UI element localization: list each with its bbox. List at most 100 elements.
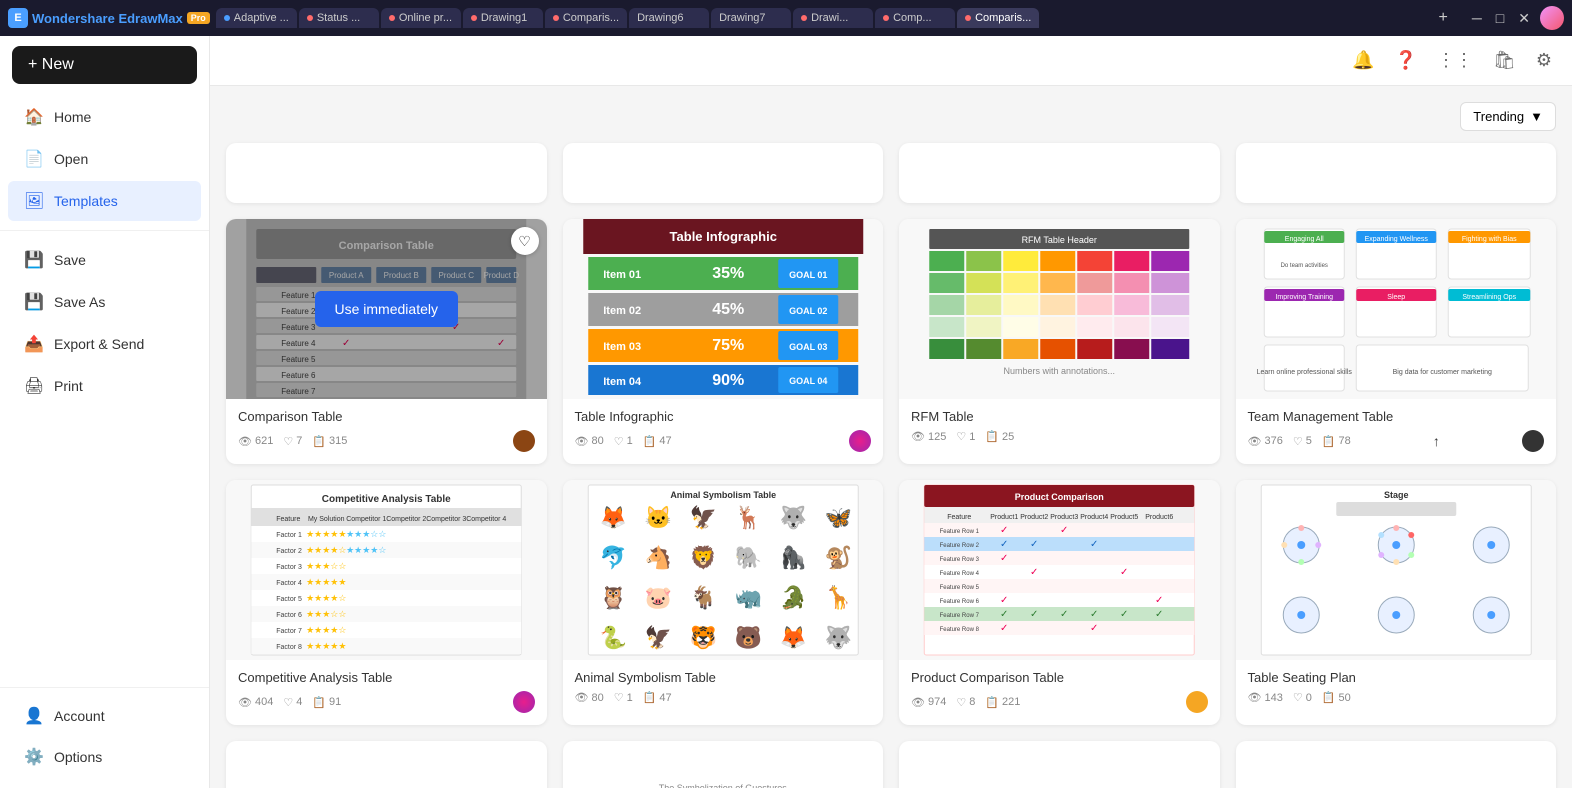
card-stats-table-infographic: 👁 80 ♡ 1 📋 47 bbox=[575, 430, 872, 452]
card-animal-symbolism[interactable]: Animal Symbolism Table 🦊 🐱 🦅 🦌 🐺 🦋 🐬 🐴 bbox=[563, 480, 884, 725]
svg-text:Animal Symbolism Table: Animal Symbolism Table bbox=[670, 490, 776, 500]
svg-text:✓: ✓ bbox=[1000, 525, 1008, 536]
card-info-competitive-analysis: Competitive Analysis Table 👁 404 ♡ 4 📋 9… bbox=[226, 660, 547, 725]
card-team-management-table[interactable]: Engaging All Employees Do team activitie… bbox=[1236, 219, 1557, 464]
new-button[interactable]: + New bbox=[12, 46, 197, 84]
maximize-button[interactable]: □ bbox=[1492, 8, 1508, 29]
card-seating-plan[interactable]: Stage bbox=[1236, 480, 1557, 725]
use-immediately-button[interactable]: Use immediately bbox=[315, 291, 458, 327]
use-immediately-overlay[interactable]: Use immediately bbox=[226, 219, 547, 399]
svg-text:🦌: 🦌 bbox=[734, 505, 761, 530]
minimize-button[interactable]: ─ bbox=[1468, 8, 1486, 29]
svg-text:35%: 35% bbox=[712, 265, 744, 282]
svg-text:★★★☆☆: ★★★☆☆ bbox=[306, 561, 346, 571]
tab-onlinepr...[interactable]: Online pr... bbox=[381, 8, 461, 28]
views-stat: 👁 80 bbox=[575, 435, 604, 448]
tab-drawing6[interactable]: Drawing6 bbox=[629, 8, 709, 28]
svg-text:✓: ✓ bbox=[1000, 623, 1008, 634]
sidebar-item-account[interactable]: 👤 Account bbox=[8, 696, 201, 736]
svg-text:★★★★☆: ★★★★☆ bbox=[306, 545, 346, 555]
heart-button[interactable]: ♡ bbox=[511, 227, 539, 255]
tab-dot bbox=[553, 15, 559, 21]
user-avatar[interactable] bbox=[1540, 6, 1564, 30]
svg-text:🦏: 🦏 bbox=[734, 585, 761, 610]
bottom-partial-card-3[interactable] bbox=[899, 741, 1220, 788]
bottom-partial-gestures[interactable]: The Symbolization of Guestures bbox=[563, 741, 884, 788]
tab-drawing7[interactable]: Drawing7 bbox=[711, 8, 791, 28]
svg-text:🐱: 🐱 bbox=[644, 505, 671, 530]
tab-label: Comparis... bbox=[563, 12, 619, 24]
svg-text:Competitor 3: Competitor 3 bbox=[426, 516, 466, 523]
card-competitive-analysis[interactable]: Competitive Analysis Table Feature My So… bbox=[226, 480, 547, 725]
tab-drawing1[interactable]: Drawing1 bbox=[463, 8, 543, 28]
svg-text:Product4: Product4 bbox=[1080, 514, 1108, 521]
tab-adaptive...[interactable]: Adaptive ... bbox=[216, 8, 297, 28]
apps-icon[interactable]: ⋮⋮ bbox=[1433, 46, 1477, 75]
sort-dropdown[interactable]: Trending ▼ bbox=[1460, 102, 1556, 131]
sidebar-item-options[interactable]: ⚙️ Options bbox=[8, 737, 201, 777]
svg-text:Product5: Product5 bbox=[1110, 514, 1138, 521]
card-rfm-table[interactable]: RFM Table Header bbox=[899, 219, 1220, 464]
tab-comparis...[interactable]: Comparis... bbox=[957, 8, 1039, 28]
card-stats-competitive-analysis: 👁 404 ♡ 4 📋 91 bbox=[238, 691, 535, 713]
pro-badge: Pro bbox=[187, 12, 210, 24]
bottom-partial-card-1[interactable] bbox=[226, 741, 547, 788]
sidebar-item-open[interactable]: 📄 Open bbox=[8, 139, 201, 179]
svg-text:Competitor 4: Competitor 4 bbox=[466, 516, 506, 523]
tab-comparis...[interactable]: Comparis... bbox=[545, 8, 627, 28]
tab-status...[interactable]: Status ... bbox=[299, 8, 379, 28]
sidebar-item-save-as[interactable]: 💾 Save As bbox=[8, 282, 201, 322]
svg-text:✓: ✓ bbox=[1120, 567, 1128, 578]
card-table-infographic[interactable]: Table Infographic Item 01 35% GOAL 01 It… bbox=[563, 219, 884, 464]
svg-text:Feature Row 8: Feature Row 8 bbox=[940, 627, 980, 633]
partial-card-2[interactable] bbox=[563, 143, 884, 203]
svg-text:Factor 1: Factor 1 bbox=[276, 532, 302, 539]
sidebar-item-export[interactable]: 📤 Export & Send bbox=[8, 324, 201, 364]
svg-text:Expanding Wellness: Expanding Wellness bbox=[1364, 236, 1428, 243]
svg-text:✓: ✓ bbox=[1030, 609, 1038, 620]
bell-icon[interactable]: 🔔 bbox=[1348, 46, 1378, 75]
svg-text:Competitor 1: Competitor 1 bbox=[346, 516, 386, 523]
card-title-product-comparison: Product Comparison Table bbox=[911, 670, 1208, 685]
svg-text:✓: ✓ bbox=[1155, 609, 1163, 620]
card-comparison-table[interactable]: Comparison Table Product A Product B Pro… bbox=[226, 219, 547, 464]
svg-text:🦊: 🦊 bbox=[779, 625, 806, 650]
sidebar-item-save[interactable]: 💾 Save bbox=[8, 240, 201, 280]
card-preview-rfm-table: RFM Table Header bbox=[899, 219, 1220, 399]
partial-card-1[interactable] bbox=[226, 143, 547, 203]
svg-text:★★★★☆: ★★★★☆ bbox=[306, 593, 346, 603]
titlebar: E Wondershare EdrawMax Pro Adaptive ...S… bbox=[0, 0, 1572, 36]
svg-text:✓: ✓ bbox=[1090, 623, 1098, 634]
bottom-partial-card-4[interactable] bbox=[1236, 741, 1557, 788]
svg-text:🐺: 🐺 bbox=[824, 625, 851, 650]
sidebar-item-templates[interactable]: 🖼 Templates bbox=[8, 181, 201, 221]
creator-avatar bbox=[513, 430, 535, 452]
tab-label: Status ... bbox=[317, 12, 360, 24]
tab-drawi...[interactable]: Drawi... bbox=[793, 8, 873, 28]
card-preview-comparison-table: Comparison Table Product A Product B Pro… bbox=[226, 219, 547, 399]
card-product-comparison[interactable]: Product Comparison Feature Product1 Prod… bbox=[899, 480, 1220, 725]
tab-comp...[interactable]: Comp... bbox=[875, 8, 955, 28]
svg-text:Competitive Analysis Table: Competitive Analysis Table bbox=[322, 494, 451, 505]
sidebar-item-home[interactable]: 🏠 Home bbox=[8, 97, 201, 137]
store-icon[interactable]: 🛍 bbox=[1489, 46, 1520, 75]
print-icon: 🖨 bbox=[24, 376, 44, 396]
help-icon[interactable]: ❓ bbox=[1391, 46, 1421, 75]
partial-card-3[interactable] bbox=[899, 143, 1220, 203]
copies-stat: 📋 221 bbox=[985, 696, 1020, 709]
svg-text:Improving Training: Improving Training bbox=[1275, 294, 1333, 301]
sidebar-item-print[interactable]: 🖨 Print bbox=[8, 366, 201, 406]
close-button[interactable]: ✕ bbox=[1514, 8, 1534, 29]
sidebar-label-open: Open bbox=[54, 151, 88, 167]
svg-text:🦍: 🦍 bbox=[779, 545, 806, 570]
app-name: Wondershare EdrawMax bbox=[32, 11, 183, 26]
svg-text:🐐: 🐐 bbox=[689, 585, 716, 610]
partial-card-4[interactable] bbox=[1236, 143, 1557, 203]
copies-stat: 📋 47 bbox=[643, 691, 672, 704]
svg-text:Item 03: Item 03 bbox=[603, 341, 641, 353]
svg-text:Item 02: Item 02 bbox=[603, 305, 641, 317]
settings-icon[interactable]: ⚙ bbox=[1532, 46, 1556, 75]
svg-text:45%: 45% bbox=[712, 301, 744, 318]
add-tab-button[interactable]: + bbox=[1433, 9, 1454, 27]
copies-stat: 📋 47 bbox=[643, 435, 672, 448]
